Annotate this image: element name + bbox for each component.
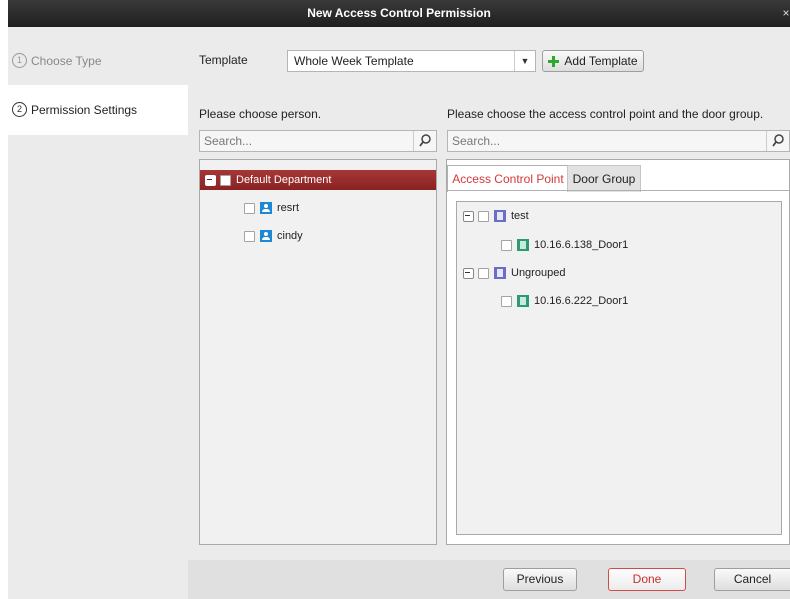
person-icon [260, 230, 272, 243]
add-icon [548, 56, 560, 68]
collapse-icon[interactable] [205, 174, 216, 186]
department-label: Default Department [236, 174, 332, 186]
checkbox[interactable] [244, 230, 255, 242]
access-point-search-input[interactable]: Search... [447, 130, 790, 152]
dialog-title: New Access Control Permission [307, 6, 491, 20]
person-label: resrt [277, 202, 299, 214]
chevron-down-icon[interactable]: ▼ [514, 51, 535, 71]
search-icon[interactable] [413, 131, 436, 151]
person-tree-panel: Default Department resrt cindy [199, 159, 437, 545]
door-label: 10.16.6.222_Door1 [534, 295, 629, 307]
close-icon[interactable]: × [782, 0, 790, 27]
group-label: test [511, 210, 529, 222]
group-label: Ungrouped [511, 267, 566, 279]
person-label: cindy [277, 230, 303, 242]
group-icon [494, 210, 506, 223]
door-icon [517, 239, 529, 252]
steps-sidebar: 1 Choose Type 2 Permission Settings [8, 27, 188, 599]
checkbox[interactable] [244, 202, 255, 214]
step-label: Choose Type [31, 54, 102, 68]
checkbox[interactable] [478, 210, 489, 222]
checkbox[interactable] [501, 239, 512, 251]
template-label: Template [199, 53, 248, 67]
checkbox[interactable] [501, 295, 512, 307]
previous-button[interactable]: Previous [503, 568, 577, 591]
search-icon[interactable] [766, 131, 789, 151]
tab-divider [446, 190, 790, 191]
door-icon [517, 295, 529, 308]
step-number-icon: 1 [12, 53, 27, 69]
person-icon [260, 202, 272, 215]
tree-node-group[interactable]: Ungrouped [463, 263, 565, 283]
step-number-icon: 2 [12, 102, 27, 118]
tab-door-group[interactable]: Door Group [567, 165, 641, 192]
step-label: Permission Settings [31, 103, 138, 117]
tree-node-door[interactable]: 10.16.6.138_Door1 [501, 235, 628, 255]
add-template-label: Add Template [564, 54, 638, 68]
done-button[interactable]: Done [608, 568, 686, 591]
tree-node-person[interactable]: cindy [244, 226, 303, 246]
step-permission-settings[interactable]: 2 Permission Settings [8, 85, 188, 135]
checkbox[interactable] [220, 174, 231, 186]
tree-node-person[interactable]: resrt [244, 198, 299, 218]
person-prompt: Please choose person. [199, 107, 322, 121]
group-icon [494, 267, 506, 280]
dialog-footer [188, 560, 790, 599]
step-choose-type[interactable]: 1 Choose Type [8, 32, 188, 90]
access-point-tree-panel: test 10.16.6.138_Door1 Ungrouped 10.16.6… [456, 201, 782, 535]
access-point-prompt: Please choose the access control point a… [447, 107, 764, 121]
door-label: 10.16.6.138_Door1 [534, 239, 629, 251]
search-placeholder: Search... [452, 134, 501, 148]
tab-access-control-point[interactable]: Access Control Point [447, 165, 569, 192]
template-select[interactable]: Whole Week Template ▼ [287, 50, 536, 72]
collapse-icon[interactable] [463, 267, 474, 279]
cancel-button[interactable]: Cancel [714, 568, 790, 591]
person-search-input[interactable]: Search... [199, 130, 437, 152]
checkbox[interactable] [478, 267, 489, 279]
collapse-icon[interactable] [463, 210, 474, 222]
tree-node-department[interactable]: Default Department [200, 170, 436, 190]
add-template-button[interactable]: Add Template [542, 50, 644, 72]
template-select-value: Whole Week Template [294, 54, 414, 68]
dialog-title-bar: New Access Control Permission × [8, 0, 790, 27]
tree-node-group[interactable]: test [463, 206, 529, 226]
search-placeholder: Search... [204, 134, 253, 148]
tree-node-door[interactable]: 10.16.6.222_Door1 [501, 291, 628, 311]
